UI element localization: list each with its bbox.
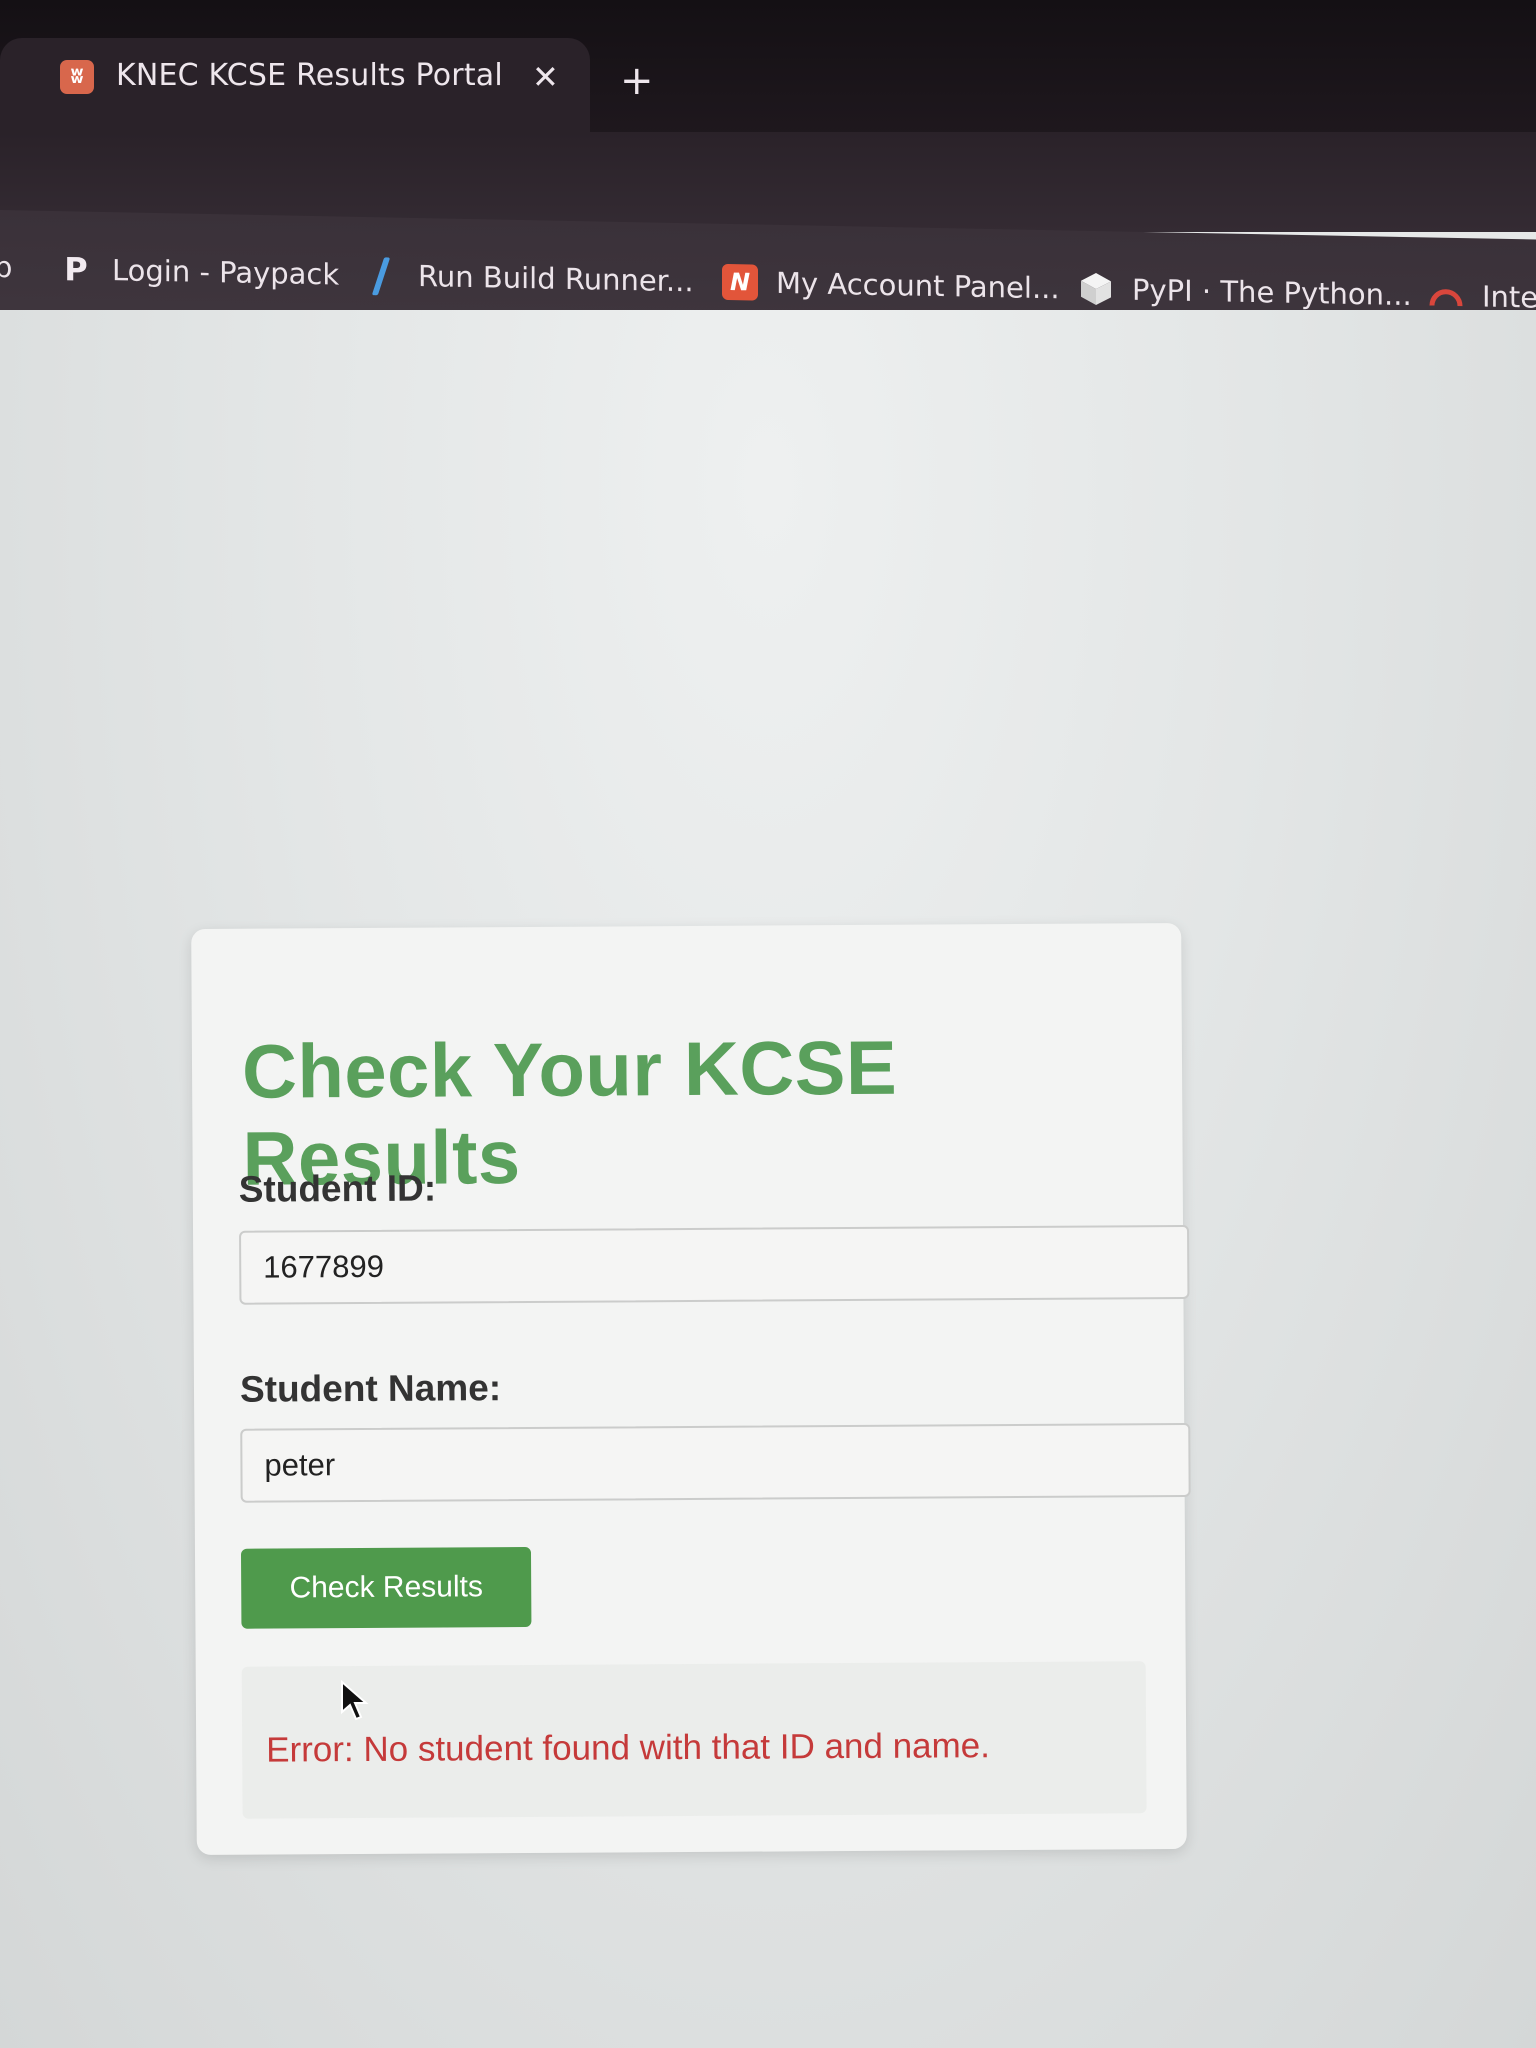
tab-knec-portal[interactable]: ʬ KNEC KCSE Results Portal ✕ (0, 38, 590, 140)
page-viewport: Check Your KCSE Results Student ID: Stud… (0, 310, 1536, 2048)
student-name-input[interactable] (240, 1422, 1191, 1503)
paypack-p-icon: P (64, 250, 88, 289)
student-id-input[interactable] (239, 1224, 1190, 1305)
student-name-label: Student Name: (239, 1367, 502, 1410)
close-tab-icon[interactable]: ✕ (532, 58, 559, 96)
bookmark-label: My Account Panel... (776, 265, 1060, 306)
error-message-box: Error: No student found with that ID and… (241, 1661, 1147, 1819)
new-tab-button[interactable]: + (620, 58, 654, 104)
bookmark-partial-left[interactable]: p (0, 250, 12, 284)
n-logo-icon: N (722, 263, 758, 301)
arc-icon (1428, 277, 1464, 314)
slash-icon (364, 257, 400, 294)
bookmark-my-account-panel[interactable]: N My Account Panel... (722, 263, 1060, 306)
bookmark-login-paypack[interactable]: P Login - Paypack (58, 250, 340, 292)
tab-title: KNEC KCSE Results Portal (116, 58, 503, 93)
bookmark-pypi[interactable]: PyPI · The Python... (1078, 271, 1412, 313)
check-results-button[interactable]: Check Results (240, 1546, 532, 1629)
bookmark-label: PyPI · The Python... (1132, 272, 1412, 313)
tab-favicon-icon: ʬ (60, 60, 94, 94)
bookmark-label: Login - Paypack (112, 253, 340, 292)
student-id-label: Student ID: (238, 1167, 437, 1210)
bookmark-run-build-runner[interactable]: Run Build Runner... (364, 257, 694, 299)
pypi-cube-icon (1078, 271, 1114, 308)
bookmark-label: Run Build Runner... (418, 259, 694, 299)
error-message: Error: No student found with that ID and… (266, 1726, 991, 1770)
browser-chrome: ʬ KNEC KCSE Results Portal ✕ + p P Login… (0, 0, 1536, 340)
tab-strip: ʬ KNEC KCSE Results Portal ✕ + (0, 0, 1536, 140)
mouse-pointer-icon (341, 1680, 369, 1721)
